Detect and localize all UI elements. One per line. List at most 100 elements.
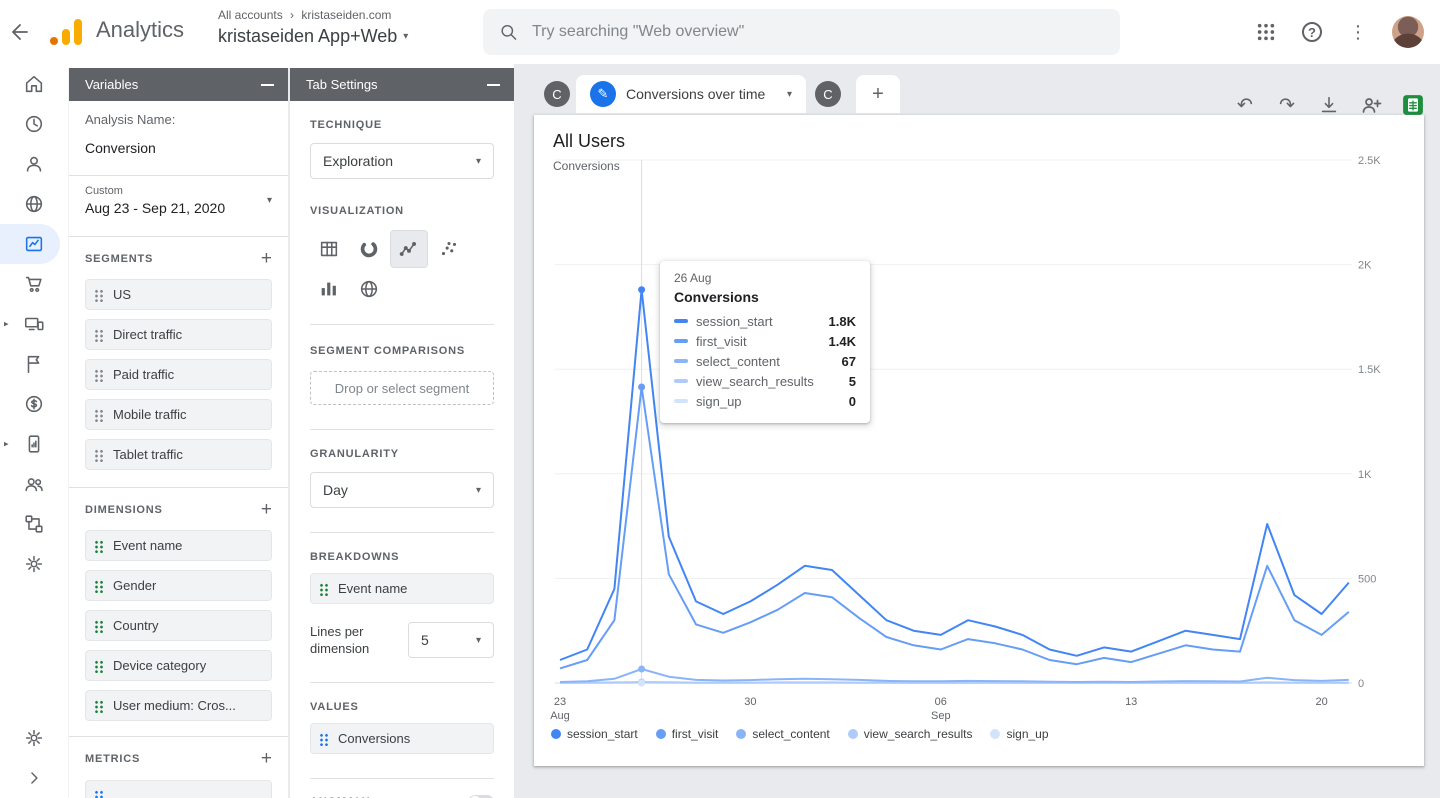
expand-caret-icon[interactable]: ▸: [4, 319, 9, 330]
product-name: Analytics: [96, 17, 185, 42]
drag-handle-icon[interactable]: [94, 538, 104, 553]
drag-handle-icon[interactable]: [94, 788, 104, 798]
tab-avatar[interactable]: C: [815, 81, 841, 107]
user-icon[interactable]: [0, 144, 68, 184]
legend-item[interactable]: sign_up: [990, 727, 1049, 741]
active-tab[interactable]: ✎ Conversions over time ▾: [576, 75, 806, 113]
account-switcher[interactable]: kristaseiden App+Web ▾: [218, 26, 408, 47]
avatar[interactable]: [1392, 16, 1424, 48]
add-tab-button[interactable]: +: [856, 75, 900, 113]
legend-item[interactable]: view_search_results: [847, 727, 972, 741]
analysis-name-value[interactable]: Conversion: [85, 140, 272, 156]
monetization-icon[interactable]: [0, 384, 68, 424]
add-metric-button[interactable]: +: [261, 749, 272, 768]
visualization-label: VISUALIZATION: [310, 205, 404, 217]
explore-analysis-icon[interactable]: [0, 224, 68, 264]
apps-grid-icon[interactable]: [1254, 20, 1278, 44]
values-chip[interactable]: Conversions: [310, 723, 494, 754]
minimize-icon[interactable]: [487, 83, 500, 86]
minimize-icon[interactable]: [261, 83, 274, 86]
metric-chip-partial[interactable]: [85, 780, 272, 798]
segments-section: SEGMENTS + US Direct traffic Paid traffi…: [69, 237, 288, 487]
series-swatch: [674, 379, 688, 383]
segment-chip[interactable]: Paid traffic: [85, 359, 272, 390]
mobile-analytics-icon[interactable]: ▸: [0, 424, 68, 464]
viz-geo-map-icon[interactable]: [350, 270, 388, 308]
viz-table-icon[interactable]: [310, 230, 348, 268]
tab-label: Conversions over time: [626, 86, 766, 102]
dimension-chip[interactable]: User medium: Cros...: [85, 690, 272, 721]
segment-chip[interactable]: Mobile traffic: [85, 399, 272, 430]
segment-chip[interactable]: US: [85, 279, 272, 310]
legend-item[interactable]: select_content: [736, 727, 830, 741]
metrics-section: METRICS +: [69, 737, 288, 798]
series-line: [559, 386, 1350, 670]
back-arrow-icon[interactable]: [8, 20, 32, 44]
drag-handle-icon[interactable]: [94, 618, 104, 633]
viz-bar-chart-icon[interactable]: [310, 270, 348, 308]
viz-line-chart-icon[interactable]: [390, 230, 428, 268]
settings-gear-icon[interactable]: [0, 718, 68, 758]
series-swatch: [674, 359, 688, 363]
globe-icon[interactable]: [0, 184, 68, 224]
hover-point: [638, 665, 646, 673]
drag-handle-icon[interactable]: [94, 287, 104, 302]
flag-icon[interactable]: [0, 344, 68, 384]
drag-handle-icon[interactable]: [94, 367, 104, 382]
search-input[interactable]: [529, 22, 1104, 42]
tab-avatar[interactable]: C: [544, 81, 570, 107]
help-icon[interactable]: ?: [1300, 20, 1324, 44]
dimension-chip[interactable]: Gender: [85, 570, 272, 601]
segment-chip[interactable]: Tablet traffic: [85, 439, 272, 470]
viz-donut-icon[interactable]: [350, 230, 388, 268]
variables-title: Variables: [85, 77, 139, 92]
segment-chip[interactable]: Direct traffic: [85, 319, 272, 350]
header-actions: ? ⋮: [1254, 0, 1424, 64]
breadcrumb-account[interactable]: kristaseiden.com: [301, 8, 391, 22]
x-tick-label: 20: [1315, 696, 1327, 708]
breadcrumb[interactable]: All accounts › kristaseiden.com: [218, 8, 391, 22]
add-segment-button[interactable]: +: [261, 249, 272, 268]
technique-select[interactable]: Exploration ▾: [310, 143, 494, 179]
segment-drop-zone[interactable]: Drop or select segment: [310, 371, 494, 405]
breakdown-chip[interactable]: Event name: [310, 573, 494, 604]
chart-plot-area[interactable]: 2.5K 2K 1.5K 1K 500 0 23 Aug 30 06 Sep 13 20: [534, 115, 1424, 735]
chart-legend: session_start first_visit select_content…: [551, 727, 1049, 741]
drag-handle-icon[interactable]: [94, 327, 104, 342]
realtime-clock-icon[interactable]: [0, 104, 68, 144]
drag-handle-icon[interactable]: [94, 578, 104, 593]
drag-handle-icon[interactable]: [319, 581, 329, 596]
search-bar[interactable]: [483, 9, 1120, 55]
x-tick-label: 30: [744, 696, 756, 708]
breadcrumb-all-accounts[interactable]: All accounts: [218, 8, 283, 22]
dimension-chip[interactable]: Device category: [85, 650, 272, 681]
x-tick-label: 23: [554, 696, 566, 708]
legend-item[interactable]: session_start: [551, 727, 638, 741]
viz-scatter-icon[interactable]: [430, 230, 468, 268]
dimension-chip[interactable]: Country: [85, 610, 272, 641]
cart-icon[interactable]: [0, 264, 68, 304]
expand-rail-icon[interactable]: [0, 758, 68, 798]
drag-handle-icon[interactable]: [94, 698, 104, 713]
config-gear-icon[interactable]: [0, 544, 68, 584]
legend-item[interactable]: first_visit: [655, 727, 718, 741]
flow-paths-icon[interactable]: [0, 504, 68, 544]
y-tick-label: 2.5K: [1358, 155, 1381, 167]
devices-icon[interactable]: ▸: [0, 304, 68, 344]
drag-handle-icon[interactable]: [94, 658, 104, 673]
expand-caret-icon[interactable]: ▸: [4, 439, 9, 450]
granularity-select[interactable]: Day ▾: [310, 472, 494, 508]
more-vert-icon[interactable]: ⋮: [1346, 20, 1370, 44]
logo-dot: [50, 37, 58, 45]
lines-per-dimension-select[interactable]: 5 ▾: [408, 622, 494, 658]
add-dimension-button[interactable]: +: [261, 500, 272, 519]
date-range-selector[interactable]: Custom Aug 23 - Sep 21, 2020 ▾: [69, 176, 288, 236]
drag-handle-icon[interactable]: [94, 407, 104, 422]
dimension-chip[interactable]: Event name: [85, 530, 272, 561]
legend-dot: [847, 729, 858, 739]
drag-handle-icon[interactable]: [94, 447, 104, 462]
drag-handle-icon[interactable]: [319, 731, 329, 746]
people-group-icon[interactable]: [0, 464, 68, 504]
chevron-down-icon[interactable]: ▾: [787, 89, 792, 100]
home-icon[interactable]: [0, 64, 68, 104]
